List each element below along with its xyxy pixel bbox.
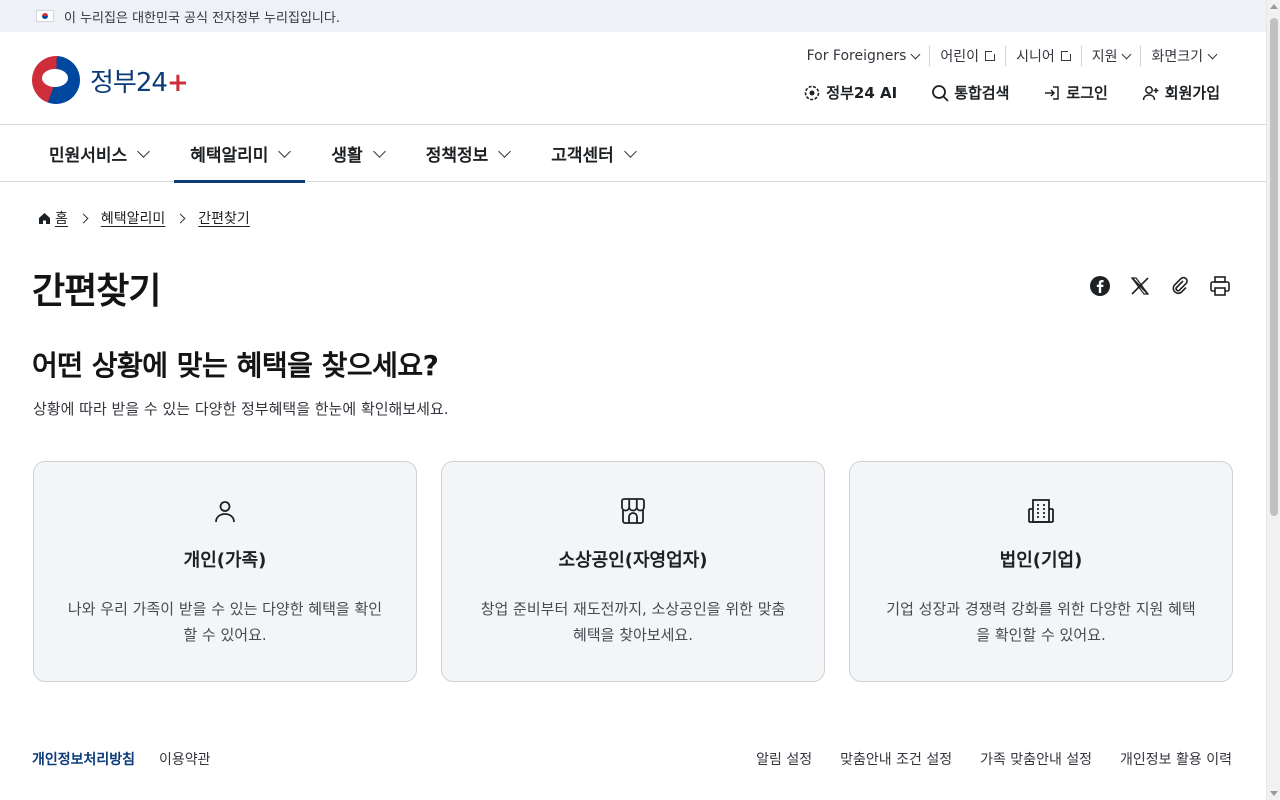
support-label: 지원 [1091, 49, 1118, 65]
senior-label: 시니어 [1016, 49, 1055, 65]
support-menu[interactable]: 지원 [1080, 46, 1141, 66]
for-foreigners-menu[interactable]: For Foreigners [797, 46, 930, 66]
scroll-up-arrow-icon[interactable] [1270, 4, 1278, 9]
vertical-scrollbar[interactable] [1266, 0, 1280, 800]
section-title: 어떤 상황에 맞는 혜택을 찾으세요? [32, 349, 439, 382]
chevron-down-icon [498, 145, 512, 158]
card-title: 법인(기업) [999, 550, 1083, 571]
privacy-policy-link[interactable]: 개인정보처리방침 [32, 749, 135, 769]
category-cards: 개인(가족) 나와 우리 가족이 받을 수 있는 다양한 혜택을 확인할 수 있… [33, 461, 1233, 682]
korea-flag-icon [36, 10, 54, 22]
footer-policy-links: 개인정보처리방침 이용약관 [32, 749, 211, 769]
scroll-down-arrow-icon[interactable] [1270, 791, 1278, 796]
breadcrumb-home[interactable]: 홈 [55, 208, 68, 228]
home-icon [39, 212, 50, 224]
terms-of-use-link[interactable]: 이용약관 [159, 749, 211, 769]
nav-life[interactable]: 생활 [315, 125, 399, 182]
nav-customer-center[interactable]: 고객센터 [535, 125, 651, 182]
notification-settings-link[interactable]: 알림 설정 [756, 749, 812, 769]
chevron-down-icon [372, 145, 386, 158]
card-description: 나와 우리 가족이 받을 수 있는 다양한 혜택을 확인할 수 있어요. [67, 600, 383, 644]
nav-policy-info[interactable]: 정책정보 [410, 125, 526, 182]
nav-civil-service[interactable]: 민원서비스 [33, 125, 164, 182]
gov24-ai-button[interactable]: 정부24 AI [803, 82, 897, 103]
chevron-down-icon [910, 49, 921, 59]
scrollbar-thumb[interactable] [1270, 18, 1278, 516]
main-utility: 정부24 AI 통합검색 로그인 회원가입 [803, 82, 1220, 103]
card-title: 개인(가족) [183, 550, 267, 571]
external-link-icon [1060, 50, 1072, 61]
user-add-icon [1142, 84, 1160, 102]
global-navigation: 민원서비스 혜택알리미 생활 정책정보 고객센터 [0, 125, 1266, 183]
integrated-search-label: 통합검색 [954, 84, 1010, 102]
page: 이 누리집은 대한민국 공식 전자정부 누리집입니다. 정부24+ For Fo… [0, 0, 1266, 800]
official-site-banner[interactable]: 이 누리집은 대한민국 공식 전자정부 누리집입니다. [0, 0, 1266, 32]
print-icon [1210, 276, 1230, 296]
chevron-down-icon [1122, 49, 1132, 59]
print-button[interactable] [1208, 274, 1232, 298]
link-icon [1172, 276, 1188, 295]
signup-button[interactable]: 회원가입 [1142, 82, 1220, 103]
facebook-share-button[interactable] [1088, 274, 1112, 298]
section-description: 상황에 따라 받을 수 있는 다양한 정부혜택을 한눈에 확인해보세요. [33, 400, 449, 418]
senior-link[interactable]: 시니어 [1005, 46, 1081, 66]
family-guide-settings-link[interactable]: 가족 맞춤안내 설정 [980, 749, 1092, 769]
chevron-right-icon [78, 213, 89, 223]
gov24-logo[interactable]: 정부24+ [32, 56, 189, 104]
chevron-down-icon [1207, 49, 1218, 59]
logo-text: 정부24 [90, 67, 168, 98]
chevron-down-icon [623, 145, 637, 158]
for-foreigners-label: For Foreigners [806, 48, 907, 64]
login-button[interactable]: 로그인 [1043, 82, 1108, 103]
card-corporation[interactable]: 법인(기업) 기업 성장과 경쟁력 강화를 위한 다양한 지원 혜택을 확인할 … [849, 461, 1233, 682]
card-small-business[interactable]: 소상공인(자영업자) 창업 준비부터 재도전까지, 소상공인을 위한 맞춤 혜택… [441, 461, 825, 682]
kids-link[interactable]: 어린이 [929, 46, 1005, 66]
font-size-label: 화면크기 [1151, 49, 1203, 65]
card-description: 창업 준비부터 재도전까지, 소상공인을 위한 맞춤 혜택을 찾아보세요. [480, 600, 786, 644]
utility-links: For Foreigners 어린이 시니어 지원 화면크기 [797, 46, 1226, 66]
share-tools [1072, 274, 1232, 298]
login-label: 로그인 [1066, 84, 1108, 102]
signup-label: 회원가입 [1164, 84, 1220, 102]
nav-label: 생활 [331, 146, 363, 166]
chevron-down-icon [137, 145, 151, 158]
integrated-search-button[interactable]: 통합검색 [931, 82, 1009, 103]
official-banner-text: 이 누리집은 대한민국 공식 전자정부 누리집입니다. [64, 10, 340, 26]
breadcrumb-benefit-alert[interactable]: 혜택알리미 [101, 208, 165, 228]
person-icon [210, 496, 240, 526]
facebook-icon [1090, 276, 1110, 296]
copy-link-button[interactable] [1168, 274, 1192, 298]
x-icon [1130, 277, 1150, 295]
search-icon [931, 84, 949, 102]
store-icon [618, 496, 648, 526]
x-share-button[interactable] [1128, 274, 1152, 298]
ai-icon [803, 84, 821, 102]
card-individual[interactable]: 개인(가족) 나와 우리 가족이 받을 수 있는 다양한 혜택을 확인할 수 있… [33, 461, 417, 682]
page-title: 간편찾기 [32, 271, 161, 312]
privacy-usage-history-link[interactable]: 개인정보 활용 이력 [1120, 749, 1232, 769]
chevron-down-icon [278, 145, 292, 158]
kids-label: 어린이 [940, 49, 980, 65]
chevron-right-icon [175, 213, 186, 223]
nav-label: 민원서비스 [49, 146, 128, 166]
nav-label: 정책정보 [425, 146, 489, 166]
site-header: 정부24+ For Foreigners 어린이 시니어 지원 화면크기 정부2… [0, 32, 1266, 125]
taegeuk-logo-icon [32, 56, 80, 104]
building-icon [1026, 496, 1056, 526]
custom-guide-settings-link[interactable]: 맞춤안내 조건 설정 [840, 749, 952, 769]
font-size-menu[interactable]: 화면크기 [1140, 46, 1226, 66]
nav-label: 혜택알리미 [190, 146, 269, 166]
login-icon [1043, 84, 1061, 102]
card-description: 기업 성장과 경쟁력 강화를 위한 다양한 지원 혜택을 확인할 수 있어요. [886, 600, 1196, 644]
nav-label: 고객센터 [551, 146, 614, 166]
breadcrumb: 홈 혜택알리미 간편찾기 [38, 208, 250, 228]
card-title: 소상공인(자영업자) [558, 550, 708, 571]
breadcrumb-current[interactable]: 간편찾기 [198, 208, 250, 228]
external-link-icon [985, 50, 997, 61]
logo-plus: + [166, 67, 189, 98]
footer-settings-links: 알림 설정 맞춤안내 조건 설정 가족 맞춤안내 설정 개인정보 활용 이력 [728, 749, 1232, 769]
nav-benefit-alert[interactable]: 혜택알리미 [174, 125, 306, 183]
gov24-ai-label: 정부24 AI [826, 84, 898, 102]
